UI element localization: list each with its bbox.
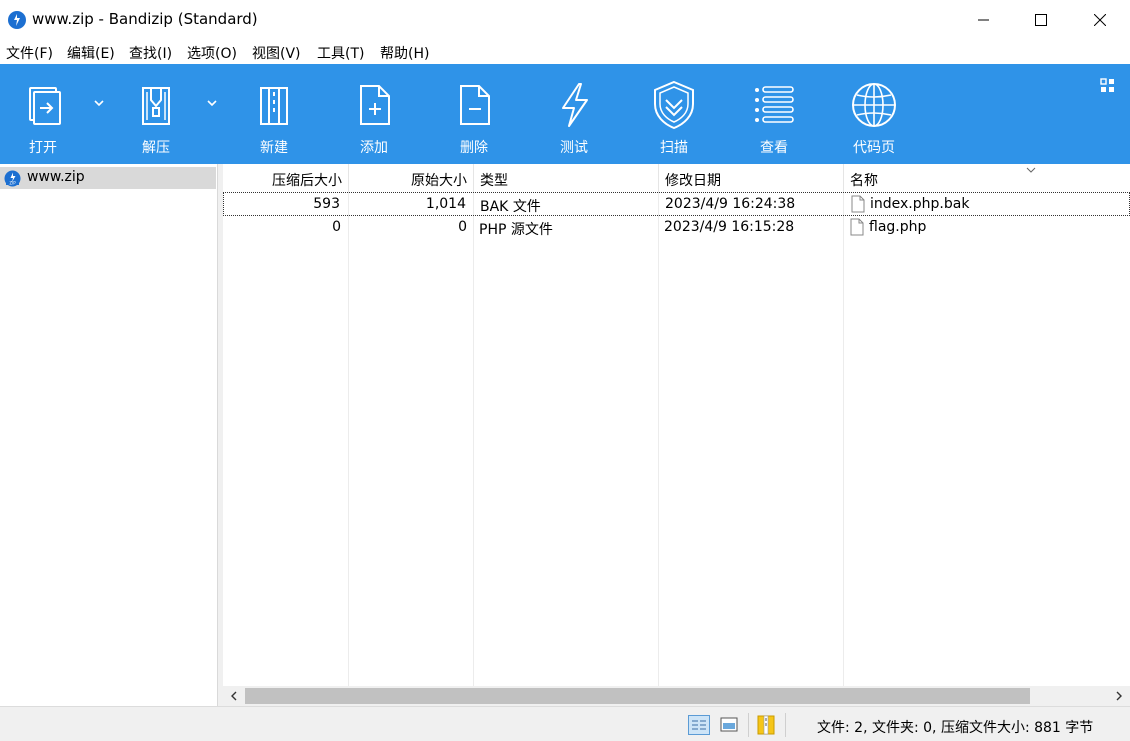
cell-type: BAK 文件 (480, 199, 541, 215)
codepage-button[interactable]: 代码页 (839, 64, 909, 164)
file-row[interactable]: 0 0 PHP 源文件 2023/4/9 16:15:28 flag.php (223, 216, 1130, 240)
cell-compressed-size: 593 (313, 196, 340, 212)
cell-type: PHP 源文件 (479, 222, 553, 238)
close-button[interactable] (1071, 0, 1129, 40)
bandizip-window: www.zip - Bandizip (Standard) 文件(F) 编辑(E… (0, 0, 1130, 741)
view-label: 查看 (760, 140, 788, 156)
delete-label: 删除 (460, 140, 488, 156)
delete-file-icon (460, 85, 490, 125)
column-divider (843, 192, 844, 686)
view-button[interactable]: 查看 (739, 64, 809, 164)
new-archive-button[interactable]: 新建 (239, 64, 309, 164)
status-separator (785, 713, 786, 737)
menu-options[interactable]: 选项(O) (187, 43, 237, 63)
extract-icon (142, 87, 170, 125)
preview-pane-icon[interactable] (718, 715, 740, 735)
toolbar: 打开 解压 新建 添加 删除 测试 扫描 查看 代码页 (0, 64, 1130, 164)
cell-original-size: 0 (458, 219, 467, 235)
column-header-original-size[interactable]: 原始大小 (349, 164, 474, 192)
status-summary: 文件: 2, 文件夹: 0, 压缩文件大小: 881 字节 (817, 720, 1094, 736)
zip-archive-icon: ZIP (4, 170, 21, 187)
svg-text:ZIP: ZIP (9, 181, 16, 186)
tree-item-archive[interactable]: ZIP www.zip (0, 167, 216, 189)
column-header-type[interactable]: 类型 (474, 164, 659, 192)
minimize-button[interactable] (955, 0, 1013, 40)
extract-button[interactable]: 解压 (121, 64, 191, 164)
column-header-modified[interactable]: 修改日期 (659, 164, 844, 192)
open-dropdown-chevron-icon[interactable] (92, 96, 106, 110)
add-button[interactable]: 添加 (339, 64, 409, 164)
extract-label: 解压 (142, 140, 170, 156)
scan-button[interactable]: 扫描 (639, 64, 709, 164)
menu-view[interactable]: 视图(V) (252, 43, 301, 63)
archive-info-icon[interactable] (755, 715, 777, 735)
open-icon (29, 87, 61, 125)
cell-original-size: 1,014 (425, 196, 466, 212)
open-button[interactable]: 打开 (8, 64, 78, 164)
minimize-icon (978, 19, 989, 21)
extract-dropdown-chevron-icon[interactable] (205, 96, 219, 110)
delete-button[interactable]: 删除 (439, 64, 509, 164)
sort-descending-icon (1026, 167, 1036, 173)
scroll-left-button[interactable] (223, 686, 245, 706)
cell-name: flag.php (869, 219, 927, 235)
status-bar: 文件: 2, 文件夹: 0, 压缩文件大小: 881 字节 (0, 706, 1130, 741)
window-title: www.zip - Bandizip (Standard) (32, 10, 258, 28)
archive-tree-panel: ZIP www.zip (0, 164, 218, 706)
scrollbar-thumb[interactable] (245, 688, 1030, 704)
add-label: 添加 (360, 140, 388, 156)
file-icon (851, 195, 865, 213)
column-divider (348, 192, 349, 686)
file-row-selected[interactable]: 593 1,014 BAK 文件 2023/4/9 16:24:38 index… (223, 192, 1130, 216)
layout-grid-icon[interactable] (1100, 78, 1116, 94)
tree-item-label: www.zip (27, 169, 85, 185)
menu-edit[interactable]: 编辑(E) (67, 43, 115, 63)
column-header-name[interactable]: 名称 (844, 164, 1130, 192)
file-list: 压缩后大小 原始大小 类型 修改日期 名称 593 1,014 BAK 文件 2… (223, 164, 1130, 686)
cell-compressed-size: 0 (332, 219, 341, 235)
lightning-icon (562, 83, 588, 127)
cell-name: index.php.bak (870, 196, 970, 212)
cell-modified: 2023/4/9 16:15:28 (664, 219, 795, 235)
column-divider (658, 192, 659, 686)
menu-bar: 文件(F) 编辑(E) 查找(I) 选项(O) 视图(V) 工具(T) 帮助(H… (0, 40, 1130, 64)
status-separator (748, 713, 749, 737)
menu-tools[interactable]: 工具(T) (317, 43, 364, 63)
test-label: 测试 (560, 140, 588, 156)
horizontal-scrollbar[interactable] (223, 686, 1130, 706)
maximize-button[interactable] (1012, 0, 1070, 40)
new-archive-label: 新建 (260, 140, 288, 156)
cell-modified: 2023/4/9 16:24:38 (665, 196, 796, 212)
menu-find[interactable]: 查找(I) (129, 43, 172, 63)
column-header-compressed-size[interactable]: 压缩后大小 (223, 164, 349, 192)
chevron-left-icon (231, 691, 237, 701)
scroll-right-button[interactable] (1108, 686, 1130, 706)
test-button[interactable]: 测试 (539, 64, 609, 164)
maximize-icon (1035, 14, 1047, 26)
column-divider (473, 192, 474, 686)
shield-icon (654, 80, 694, 130)
menu-file[interactable]: 文件(F) (6, 43, 53, 63)
open-label: 打开 (29, 140, 57, 156)
file-icon (850, 218, 864, 236)
codepage-label: 代码页 (853, 140, 895, 156)
list-view-icon (755, 86, 794, 123)
menu-help[interactable]: 帮助(H) (380, 43, 429, 63)
add-file-icon (360, 85, 390, 125)
new-archive-icon (260, 87, 288, 125)
close-icon (1094, 14, 1106, 26)
title-bar: www.zip - Bandizip (Standard) (0, 0, 1130, 40)
details-view-icon[interactable] (688, 715, 710, 735)
globe-icon (852, 83, 896, 127)
bandizip-logo-icon (8, 11, 26, 29)
chevron-right-icon (1116, 691, 1122, 701)
scan-label: 扫描 (660, 140, 688, 156)
